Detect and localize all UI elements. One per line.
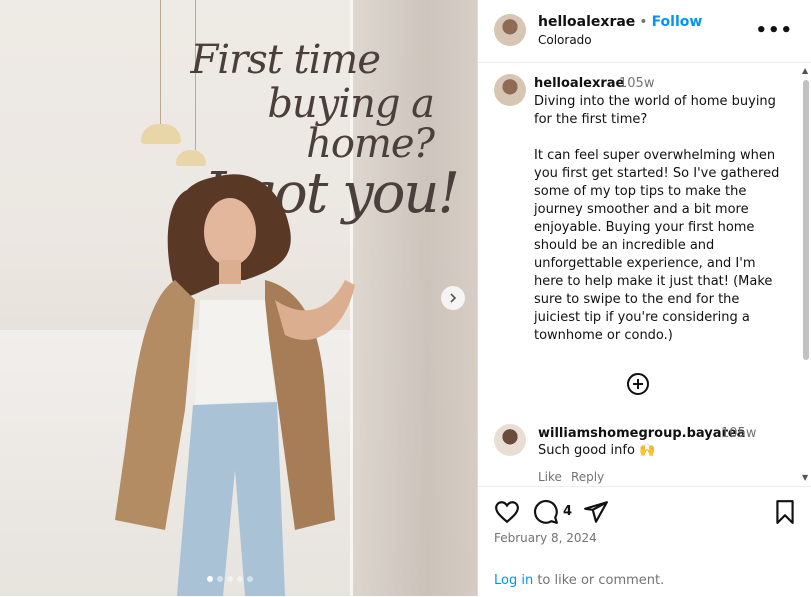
caption-avatar[interactable]: [494, 74, 526, 106]
share-icon[interactable]: [583, 499, 609, 525]
post-sidebar: helloalexrae • Follow Colorado ••• helloal…: [477, 0, 811, 596]
heart-icon[interactable]: [494, 499, 520, 525]
caption-timestamp: 105w: [619, 76, 655, 91]
carousel-dot[interactable]: [227, 576, 233, 582]
caption-text: Diving into the world of home buying for…: [534, 94, 780, 343]
comment-like-button[interactable]: Like: [538, 470, 562, 484]
commenter-avatar[interactable]: [494, 424, 526, 456]
follow-button[interactable]: Follow: [652, 14, 703, 30]
scroll-up-arrow-icon[interactable]: ▲: [802, 66, 808, 75]
separator-dot: •: [639, 14, 648, 30]
comment-count: 4: [563, 504, 573, 519]
author-username[interactable]: helloalexrae: [538, 14, 635, 30]
comment-username[interactable]: williamshomegroup.bayarea: [538, 426, 746, 441]
scroll-thumb[interactable]: [803, 80, 809, 360]
post-media[interactable]: First time buying a home? I got you!: [0, 0, 477, 596]
login-prompt: Log in to like or comment.: [494, 573, 664, 588]
post-date: February 8, 2024: [494, 531, 597, 545]
carousel-dot[interactable]: [217, 576, 223, 582]
author-header-line: helloalexrae • Follow: [538, 14, 702, 30]
instagram-post-view: First time buying a home? I got you! hel…: [0, 0, 811, 596]
post-header: helloalexrae • Follow Colorado •••: [478, 0, 811, 63]
comment-icon[interactable]: [533, 499, 559, 525]
comments-section: helloalexrae 105w Diving into the world …: [478, 62, 801, 486]
scroll-down-arrow-icon[interactable]: ▼: [802, 473, 808, 482]
carousel-dot[interactable]: [237, 576, 243, 582]
comment-text: Such good info 🙌: [538, 443, 656, 458]
next-slide-button[interactable]: [441, 286, 465, 310]
post-actions: 4 February 8, 2024 Log in to like or com…: [478, 486, 811, 597]
chevron-right-icon: [450, 293, 457, 303]
load-more-comments-icon[interactable]: [626, 372, 650, 396]
headline-line-2: buying a home?: [267, 81, 435, 167]
carousel-dot[interactable]: [247, 576, 253, 582]
woman-figure: [115, 174, 355, 596]
carousel-dot[interactable]: [207, 576, 213, 582]
caption-username[interactable]: helloalexrae: [534, 76, 624, 91]
more-options-icon[interactable]: •••: [755, 20, 793, 41]
post-location[interactable]: Colorado: [538, 33, 592, 47]
comments-scrollbar[interactable]: ▲ ▼: [801, 62, 811, 486]
author-avatar[interactable]: [494, 14, 526, 46]
comment-timestamp: 105w: [721, 426, 757, 441]
headline-line-1: First time: [190, 37, 381, 83]
carousel-dots: [207, 576, 253, 582]
bookmark-icon[interactable]: [772, 499, 798, 525]
comment-reply-button[interactable]: Reply: [571, 470, 604, 484]
login-prompt-text: to like or comment.: [533, 573, 665, 588]
login-link[interactable]: Log in: [494, 573, 533, 588]
